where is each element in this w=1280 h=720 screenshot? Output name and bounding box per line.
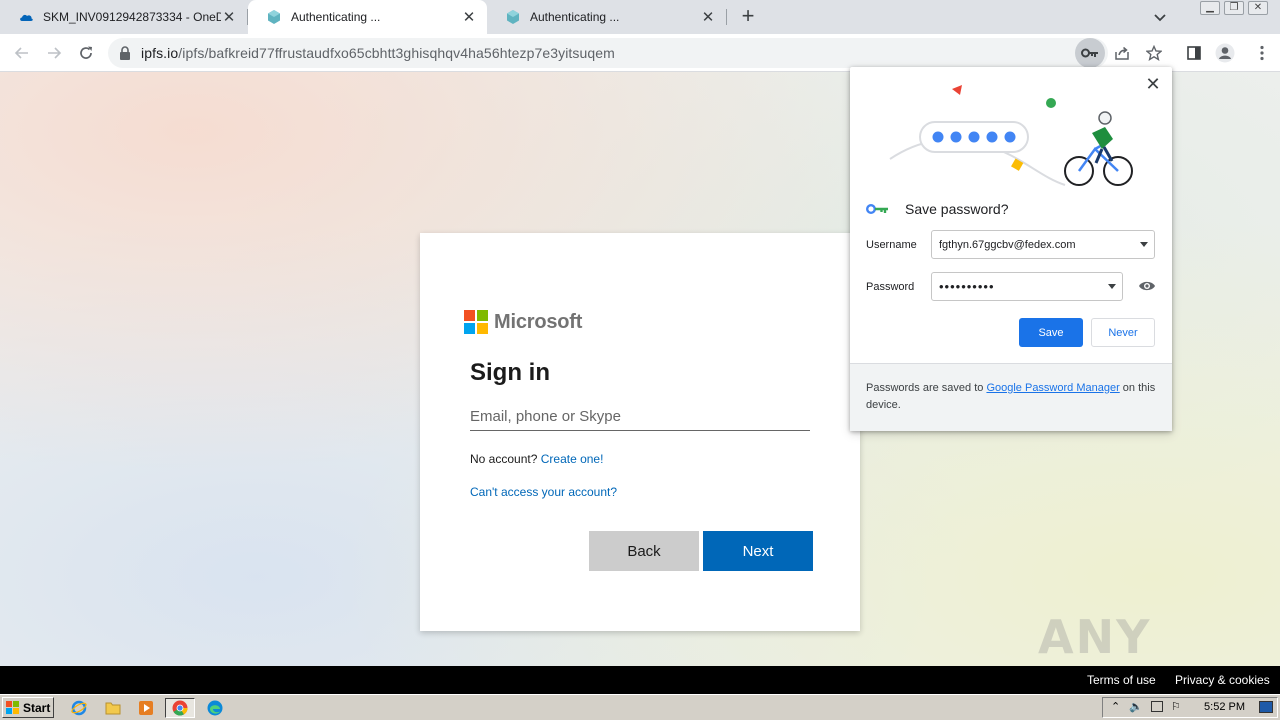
save-password-dialog: ✕ Save password? Username fgthyn.67ggcbv…: [850, 67, 1172, 431]
url-host: ipfs.io: [141, 45, 179, 61]
url-path: /ipfs/bafkreid77ffrustaudfxo65cbhtt3ghis…: [178, 45, 615, 61]
onedrive-cloud-icon: [20, 14, 33, 21]
share-icon[interactable]: [1112, 43, 1132, 63]
google-password-manager-link[interactable]: Google Password Manager: [986, 382, 1119, 394]
tab-close-icon[interactable]: ✕: [461, 9, 477, 26]
create-account-link[interactable]: Create one!: [541, 452, 604, 466]
window-controls: ▁ ❐ ✕: [1200, 1, 1268, 15]
never-button[interactable]: Never: [1091, 318, 1155, 347]
chrome-taskbar-icon[interactable]: [165, 698, 195, 718]
forward-arrow-icon[interactable]: [42, 41, 66, 65]
chevron-down-icon: [1140, 242, 1148, 247]
footer-prefix: Passwords are saved to: [866, 382, 987, 394]
password-value: ••••••••••: [939, 279, 995, 294]
tray-expand-icon[interactable]: ⌃: [1111, 700, 1120, 713]
start-button[interactable]: Start: [2, 697, 54, 718]
windows-flag-icon: [6, 701, 20, 714]
page-footer: Terms of use Privacy & cookies: [0, 666, 1280, 694]
email-input[interactable]: [470, 403, 810, 431]
password-manager-note: Passwords are saved to Google Password M…: [850, 363, 1172, 431]
menu-kebab-icon[interactable]: [1252, 43, 1272, 63]
tab-onedrive[interactable]: SKM_INV0912942873334 - OneDrive ✕: [0, 0, 247, 34]
show-desktop-icon[interactable]: [1259, 701, 1273, 713]
signin-card: Microsoft Sign in No account? Create one…: [420, 233, 860, 631]
close-window-icon[interactable]: ✕: [1248, 1, 1268, 15]
minimize-icon[interactable]: ▁: [1200, 1, 1220, 15]
terms-link[interactable]: Terms of use: [1087, 673, 1156, 687]
profile-avatar-icon[interactable]: [1215, 43, 1235, 63]
file-explorer-folder-icon[interactable]: [102, 698, 124, 718]
username-label: Username: [866, 239, 917, 251]
dialog-title: Save password?: [905, 201, 1009, 217]
save-password-heading: Save password?: [866, 201, 1009, 217]
google-key-icon: [866, 204, 888, 214]
back-button[interactable]: Back: [589, 531, 699, 571]
password-select[interactable]: ••••••••••: [931, 272, 1123, 301]
ipfs-cube-icon: [268, 10, 280, 24]
tab-authenticating[interactable]: Authenticating ... ✕: [487, 0, 726, 34]
close-icon[interactable]: ✕: [1144, 75, 1162, 93]
side-panel-icon[interactable]: [1184, 43, 1204, 63]
reload-icon[interactable]: [74, 41, 98, 65]
lock-icon[interactable]: [119, 46, 131, 60]
tab-title: Authenticating ...: [530, 10, 620, 24]
action-center-flag-icon[interactable]: ⚐: [1171, 700, 1181, 713]
privacy-link[interactable]: Privacy & cookies: [1175, 673, 1270, 687]
tab-search-chevron-icon[interactable]: [1152, 9, 1168, 25]
start-label: Start: [23, 700, 51, 715]
username-value: fgthyn.67ggcbv@fedex.com: [939, 238, 1076, 251]
tab-title: SKM_INV0912942873334 - OneDrive: [43, 10, 221, 24]
volume-icon[interactable]: 🔈: [1129, 700, 1143, 713]
no-account-label: No account?: [470, 452, 538, 466]
tab-close-icon[interactable]: ✕: [221, 9, 237, 26]
microsoft-logo: Microsoft: [464, 310, 582, 334]
windows-taskbar: Start ⌃ 🔈 ⚐ 5:52 PM: [0, 694, 1280, 720]
password-illustration-icon: [889, 85, 1133, 186]
eye-icon[interactable]: [1138, 279, 1156, 293]
system-tray: ⌃ 🔈 ⚐ 5:52 PM: [1102, 697, 1278, 718]
cant-access-link[interactable]: Can't access your account?: [470, 485, 617, 499]
internet-explorer-icon[interactable]: [68, 698, 90, 718]
ipfs-cube-icon: [507, 10, 519, 24]
page-title: Sign in: [470, 359, 550, 386]
tab-strip: SKM_INV0912942873334 - OneDrive ✕ Authen…: [0, 0, 1280, 34]
clock: 5:52 PM: [1204, 701, 1245, 713]
bookmark-star-icon[interactable]: [1144, 43, 1164, 63]
network-icon[interactable]: [1151, 701, 1163, 712]
tab-authenticating-active[interactable]: Authenticating ... ✕: [248, 0, 487, 34]
no-account-text: No account? Create one!: [470, 452, 603, 466]
save-button[interactable]: Save: [1019, 318, 1083, 347]
tab-separator: [726, 9, 727, 25]
address-bar[interactable]: ipfs.io/ipfs/bafkreid77ffrustaudfxo65cbh…: [108, 38, 1108, 68]
username-select[interactable]: fgthyn.67ggcbv@fedex.com: [931, 230, 1155, 259]
restore-icon[interactable]: ❐: [1224, 1, 1244, 15]
edge-icon[interactable]: [204, 698, 226, 718]
new-tab-plus-icon[interactable]: +: [737, 5, 759, 27]
tab-title: Authenticating ...: [291, 10, 381, 24]
microsoft-squares-icon: [464, 310, 488, 334]
password-key-icon[interactable]: [1075, 38, 1105, 68]
microsoft-wordmark: Microsoft: [494, 310, 583, 333]
chevron-down-icon: [1108, 284, 1116, 289]
password-label: Password: [866, 281, 915, 293]
back-arrow-icon[interactable]: [10, 41, 34, 65]
tab-close-icon[interactable]: ✕: [700, 9, 716, 26]
next-button[interactable]: Next: [703, 531, 813, 571]
media-player-icon[interactable]: [135, 698, 157, 718]
url-text: ipfs.io/ipfs/bafkreid77ffrustaudfxo65cbh…: [141, 45, 615, 61]
